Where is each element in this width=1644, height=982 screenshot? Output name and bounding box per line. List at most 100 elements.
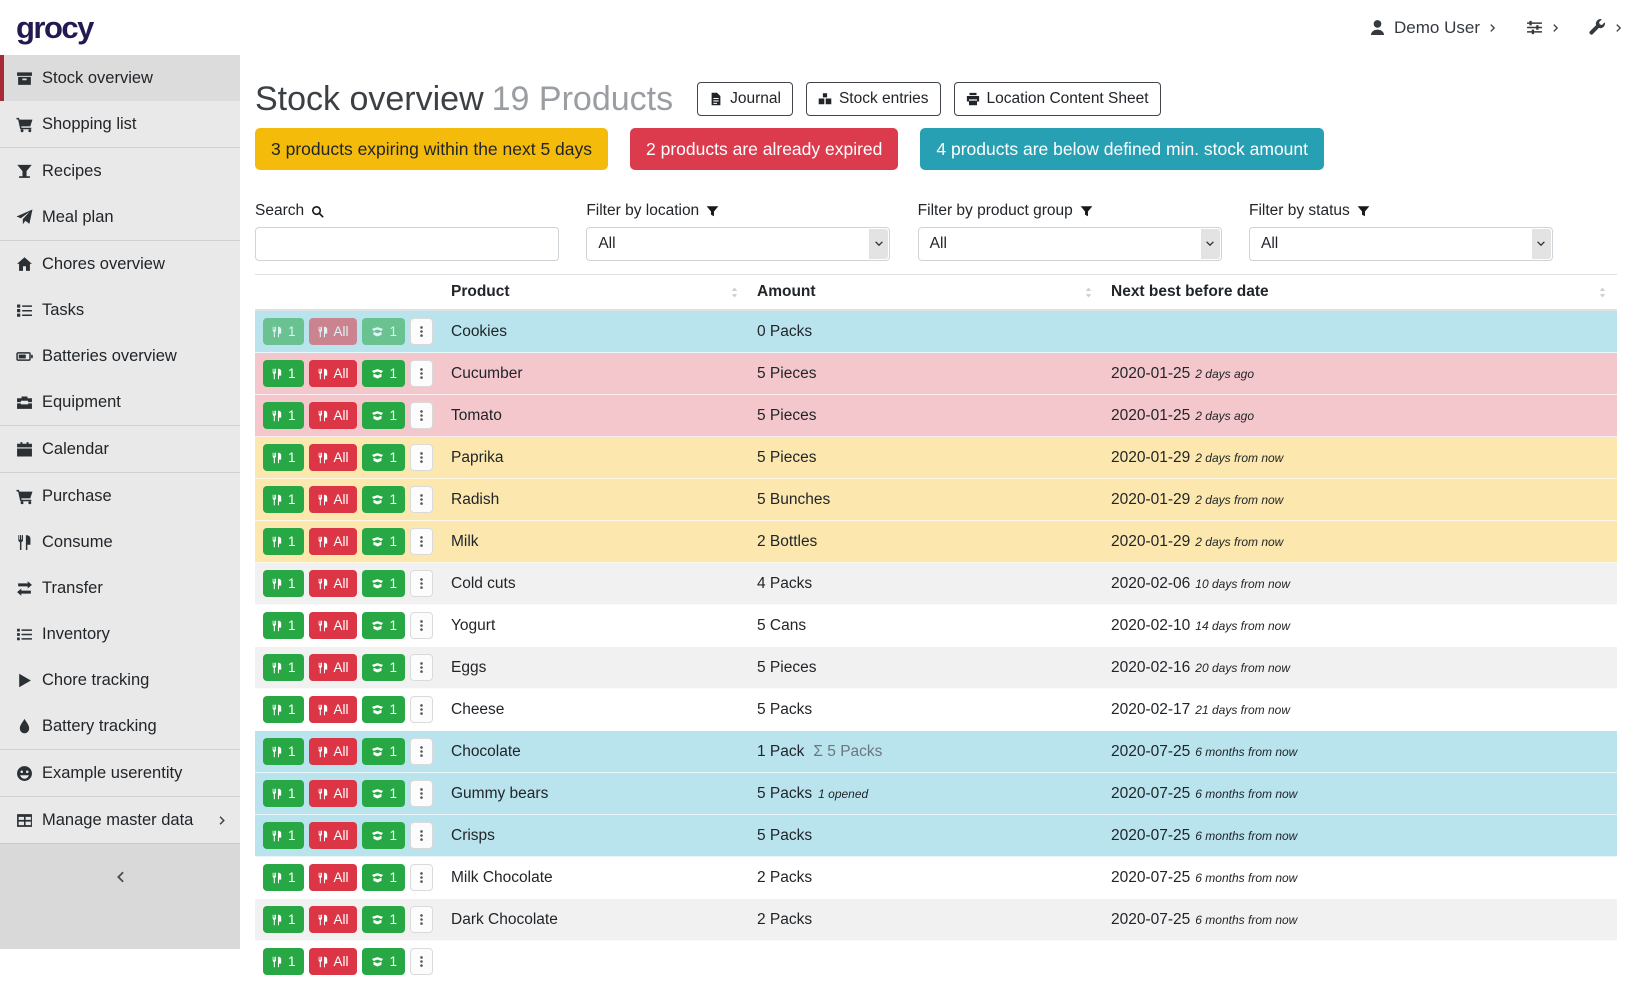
consume-one-button[interactable]: 1: [263, 360, 304, 387]
product-cell[interactable]: Cucumber: [443, 353, 749, 395]
stock-alert[interactable]: 4 products are below defined min. stock …: [920, 128, 1324, 170]
sidebar-item-recipes[interactable]: Recipes: [0, 148, 240, 194]
row-menu-button[interactable]: [410, 444, 433, 471]
sidebar-item-inventory[interactable]: Inventory: [0, 611, 240, 657]
open-one-button[interactable]: 1: [362, 780, 406, 807]
sidebar-item-consume[interactable]: Consume: [0, 519, 240, 565]
consume-all-button[interactable]: All: [309, 864, 357, 891]
open-one-button[interactable]: 1: [362, 360, 406, 387]
sidebar-item-battery-tracking[interactable]: Battery tracking: [0, 703, 240, 749]
open-one-button[interactable]: 1: [362, 948, 406, 975]
product-cell[interactable]: Eggs: [443, 647, 749, 689]
row-menu-button[interactable]: [410, 360, 433, 387]
journal-button[interactable]: Journal: [697, 82, 793, 116]
select-dropdown-button[interactable]: [869, 229, 888, 259]
open-one-button[interactable]: 1: [362, 486, 406, 513]
consume-all-button[interactable]: All: [309, 612, 357, 639]
settings-menu[interactable]: [1526, 19, 1561, 36]
row-menu-button[interactable]: [410, 780, 433, 807]
open-one-button[interactable]: 1: [362, 738, 406, 765]
open-one-button[interactable]: 1: [362, 654, 406, 681]
amount-column-header[interactable]: Amount: [749, 275, 1103, 311]
product-cell[interactable]: Cheese: [443, 689, 749, 731]
consume-one-button[interactable]: 1: [263, 402, 304, 429]
row-menu-button[interactable]: [410, 318, 433, 345]
consume-all-button[interactable]: All: [309, 570, 357, 597]
sidebar-item-chores-overview[interactable]: Chores overview: [0, 241, 240, 287]
filter-select[interactable]: All: [1249, 227, 1553, 261]
consume-one-button[interactable]: 1: [263, 528, 304, 555]
sidebar-item-shopping-list[interactable]: Shopping list: [0, 101, 240, 147]
app-logo[interactable]: grocy: [16, 10, 93, 46]
consume-all-button[interactable]: All: [309, 906, 357, 933]
sort-icon[interactable]: [728, 286, 741, 299]
sidebar-item-calendar[interactable]: Calendar: [0, 426, 240, 472]
search-input[interactable]: [255, 227, 559, 261]
consume-all-button[interactable]: All: [309, 486, 357, 513]
consume-all-button[interactable]: All: [309, 822, 357, 849]
row-menu-button[interactable]: [410, 864, 433, 891]
sidebar-item-example-userentity[interactable]: Example userentity: [0, 750, 240, 796]
product-cell[interactable]: Crisps: [443, 815, 749, 857]
product-cell[interactable]: Yogurt: [443, 605, 749, 647]
product-cell[interactable]: Dark Chocolate: [443, 899, 749, 941]
open-one-button[interactable]: 1: [362, 402, 406, 429]
consume-all-button[interactable]: All: [309, 318, 357, 345]
consume-one-button[interactable]: 1: [263, 906, 304, 933]
consume-all-button[interactable]: All: [309, 360, 357, 387]
location-content-sheet-button[interactable]: Location Content Sheet: [954, 82, 1161, 116]
filter-select[interactable]: All: [586, 227, 890, 261]
row-menu-button[interactable]: [410, 402, 433, 429]
admin-menu[interactable]: [1589, 19, 1624, 36]
consume-one-button[interactable]: 1: [263, 654, 304, 681]
sort-icon[interactable]: [1596, 286, 1609, 299]
product-cell[interactable]: Gummy bears: [443, 773, 749, 815]
row-menu-button[interactable]: [410, 906, 433, 933]
sidebar-item-purchase[interactable]: Purchase: [0, 473, 240, 519]
consume-all-button[interactable]: All: [309, 780, 357, 807]
select-dropdown-button[interactable]: [1201, 229, 1220, 259]
consume-all-button[interactable]: All: [309, 654, 357, 681]
consume-one-button[interactable]: 1: [263, 318, 304, 345]
sidebar-item-manage-master-data[interactable]: Manage master data: [0, 797, 240, 843]
sidebar-item-meal-plan[interactable]: Meal plan: [0, 194, 240, 240]
row-menu-button[interactable]: [410, 570, 433, 597]
open-one-button[interactable]: 1: [362, 444, 406, 471]
consume-one-button[interactable]: 1: [263, 864, 304, 891]
open-one-button[interactable]: 1: [362, 612, 406, 639]
row-menu-button[interactable]: [410, 822, 433, 849]
consume-one-button[interactable]: 1: [263, 486, 304, 513]
row-menu-button[interactable]: [410, 948, 433, 975]
product-cell[interactable]: [443, 941, 749, 982]
sort-icon[interactable]: [1082, 286, 1095, 299]
product-cell[interactable]: Cold cuts: [443, 563, 749, 605]
consume-all-button[interactable]: All: [309, 738, 357, 765]
row-menu-button[interactable]: [410, 486, 433, 513]
filter-select[interactable]: All: [918, 227, 1222, 261]
bbd-column-header[interactable]: Next best before date: [1103, 275, 1617, 311]
consume-all-button[interactable]: All: [309, 696, 357, 723]
open-one-button[interactable]: 1: [362, 864, 406, 891]
sidebar-item-batteries-overview[interactable]: Batteries overview: [0, 333, 240, 379]
row-menu-button[interactable]: [410, 612, 433, 639]
sidebar-collapse-button[interactable]: [0, 843, 240, 949]
product-cell[interactable]: Paprika: [443, 437, 749, 479]
row-menu-button[interactable]: [410, 696, 433, 723]
consume-one-button[interactable]: 1: [263, 822, 304, 849]
product-cell[interactable]: Tomato: [443, 395, 749, 437]
select-dropdown-button[interactable]: [1532, 229, 1551, 259]
sidebar-item-tasks[interactable]: Tasks: [0, 287, 240, 333]
stock-entries-button[interactable]: Stock entries: [806, 82, 941, 116]
product-cell[interactable]: Chocolate: [443, 731, 749, 773]
row-menu-button[interactable]: [410, 738, 433, 765]
product-column-header[interactable]: Product: [443, 275, 749, 311]
sidebar-item-chore-tracking[interactable]: Chore tracking: [0, 657, 240, 703]
consume-one-button[interactable]: 1: [263, 444, 304, 471]
row-menu-button[interactable]: [410, 528, 433, 555]
consume-one-button[interactable]: 1: [263, 612, 304, 639]
sidebar-item-equipment[interactable]: Equipment: [0, 379, 240, 425]
open-one-button[interactable]: 1: [362, 696, 406, 723]
consume-all-button[interactable]: All: [309, 402, 357, 429]
product-cell[interactable]: Radish: [443, 479, 749, 521]
stock-alert[interactable]: 2 products are already expired: [630, 128, 898, 170]
